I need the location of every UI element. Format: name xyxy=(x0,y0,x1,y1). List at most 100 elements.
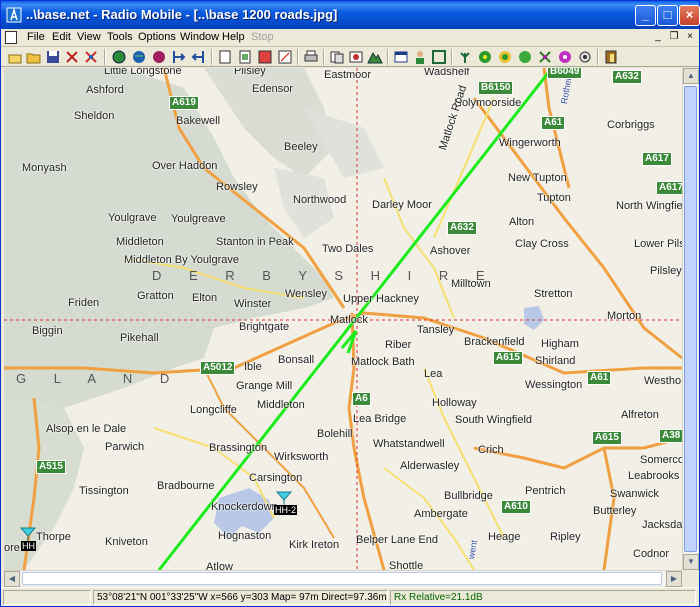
road-shield: A38 xyxy=(659,429,682,443)
road-shield: A610 xyxy=(501,500,531,514)
scroll-up-icon[interactable]: ▲ xyxy=(683,68,699,84)
map-label: Gratton xyxy=(137,290,174,302)
menu-view[interactable]: View xyxy=(77,31,101,43)
map-label: Stretton xyxy=(534,288,573,300)
users-icon[interactable] xyxy=(412,49,428,65)
map-label: Tupton xyxy=(537,192,571,204)
window-icon[interactable] xyxy=(393,49,409,65)
mdi-minimize-icon[interactable]: _ xyxy=(651,31,665,44)
radio-mobile-window: ..\base.net - Radio Mobile - [..\base 12… xyxy=(0,0,700,607)
coverage-polar-icon[interactable] xyxy=(497,49,513,65)
map-label: Corbriggs xyxy=(607,119,655,131)
edit-picture-icon[interactable] xyxy=(277,49,293,65)
toolbar-separator xyxy=(211,49,213,65)
maximize-button[interactable]: □ xyxy=(657,5,678,26)
document-icon[interactable] xyxy=(5,31,17,44)
antenna-icon[interactable] xyxy=(457,49,473,65)
map-label: Clay Cross xyxy=(515,238,569,250)
menu-window[interactable]: Window xyxy=(180,31,219,43)
road-shield: B6150 xyxy=(478,81,514,95)
mdi-close-icon[interactable]: × xyxy=(683,31,697,44)
scroll-right-icon[interactable]: ▶ xyxy=(666,571,682,587)
map-label: Westho xyxy=(644,375,682,387)
map-view[interactable]: Little Longstone Pilsley Eastmoor Wadshe… xyxy=(4,68,682,570)
open-icon[interactable] xyxy=(26,49,42,65)
map-label: Atlow xyxy=(206,561,233,570)
map-label: Bolehill xyxy=(317,428,353,440)
road-shield: A5012 xyxy=(200,361,236,375)
map-label: Grange Mill xyxy=(236,380,293,392)
map-label: Ible xyxy=(244,361,262,373)
minimize-button[interactable]: _ xyxy=(635,5,656,26)
map-label: Kirk Ireton xyxy=(289,539,340,551)
network-properties-icon[interactable] xyxy=(64,49,80,65)
save-icon[interactable] xyxy=(45,49,61,65)
map-label: Beeley xyxy=(284,141,318,153)
exit-icon[interactable] xyxy=(603,49,619,65)
toolbar xyxy=(1,47,699,67)
route-icon[interactable] xyxy=(517,49,533,65)
map-label: Codnor xyxy=(633,548,670,560)
horizontal-scrollbar[interactable]: ◀ ▶ xyxy=(4,570,682,587)
menu-tools[interactable]: Tools xyxy=(107,31,133,43)
road-shield: A617 xyxy=(642,152,672,166)
print-icon[interactable] xyxy=(303,49,319,65)
map-label: Tansley xyxy=(417,324,455,336)
new-icon[interactable] xyxy=(7,49,23,65)
map-label: Parwich xyxy=(105,441,145,453)
map-label: Kniveton xyxy=(105,536,148,548)
merge-icon[interactable] xyxy=(151,49,167,65)
scroll-down-icon[interactable]: ▼ xyxy=(683,554,699,570)
unit-properties-icon[interactable] xyxy=(83,49,99,65)
horizontal-scroll-thumb[interactable] xyxy=(22,572,662,585)
world-icon[interactable] xyxy=(131,49,147,65)
interference-icon[interactable] xyxy=(557,49,573,65)
map-label: Pentrich xyxy=(525,485,566,497)
map-label: Upper Hackney xyxy=(343,293,419,305)
menu-edit[interactable]: Edit xyxy=(52,31,71,43)
title-bar[interactable]: ..\base.net - Radio Mobile - [..\base 12… xyxy=(1,1,700,29)
vertical-scrollbar[interactable]: ▲ ▼ xyxy=(682,68,699,570)
map-label: Wessington xyxy=(525,379,583,391)
map-properties-icon[interactable] xyxy=(111,49,127,65)
info-icon[interactable] xyxy=(577,49,593,65)
toolbar-separator xyxy=(297,49,299,65)
map-label: Little Longstone xyxy=(104,68,182,77)
map-label: Brackenfield xyxy=(464,336,525,348)
map-label: Northwood xyxy=(293,194,347,206)
earth-icon[interactable] xyxy=(348,49,364,65)
map-label: Alsop en le Dale xyxy=(46,423,127,435)
picture-icon[interactable] xyxy=(257,49,273,65)
map-label: Rowsley xyxy=(216,181,258,193)
map-label: Middleton xyxy=(116,236,164,248)
scroll-left-icon[interactable]: ◀ xyxy=(4,571,20,587)
map-label: Biggin xyxy=(32,325,63,337)
coverage-icon[interactable] xyxy=(477,49,493,65)
world-copy-icon[interactable] xyxy=(329,49,345,65)
map-label: Bullbridge xyxy=(444,490,493,502)
menu-options[interactable]: Options xyxy=(138,31,176,43)
vertical-scroll-thumb[interactable] xyxy=(684,86,697,552)
map-label: Brightgate xyxy=(239,321,290,333)
close-button[interactable]: × xyxy=(679,5,700,26)
road-shield: B6049 xyxy=(547,68,583,79)
menu-file[interactable]: File xyxy=(27,31,45,43)
fit-icon[interactable] xyxy=(190,49,206,65)
antenna-icon xyxy=(20,527,36,541)
extract-icon[interactable] xyxy=(171,49,187,65)
radio-link-icon[interactable] xyxy=(431,49,447,65)
road-shield: A615 xyxy=(493,351,523,365)
terrain-icon[interactable] xyxy=(367,49,383,65)
map-label: Carsington xyxy=(249,472,303,484)
map-label: Bradbourne xyxy=(157,480,215,492)
unit-label: HH-2 xyxy=(274,505,298,515)
paste-icon[interactable] xyxy=(237,49,253,65)
status-rx-level: Rx Relative=21.1dB xyxy=(390,590,696,605)
map-label: Shottle xyxy=(389,560,424,570)
menu-help[interactable]: Help xyxy=(222,31,245,43)
map-label: Lea Bridge xyxy=(353,413,407,425)
settings-icon[interactable] xyxy=(537,49,553,65)
copy-icon[interactable] xyxy=(217,49,233,65)
mdi-restore-icon[interactable]: ❐ xyxy=(667,31,681,44)
radio-mobile-app-icon xyxy=(6,7,22,23)
